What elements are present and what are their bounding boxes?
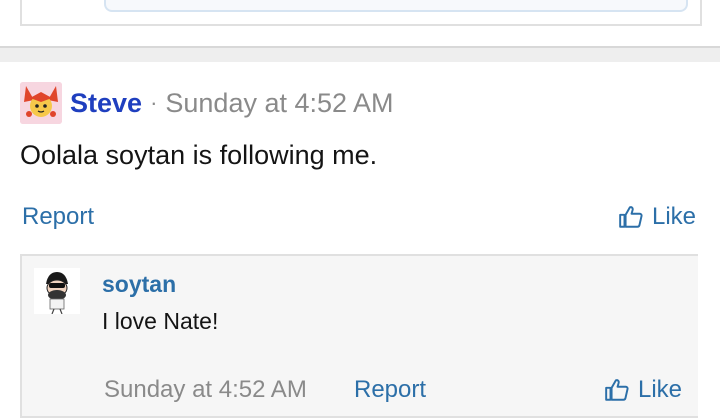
reply-like-button[interactable]: Like [604,376,682,404]
reply-body: I love Nate! [102,308,219,334]
thumbs-up-icon [605,379,629,401]
cartoon-avatar-icon [34,268,80,314]
like-label: Like [652,203,697,230]
reply-avatar[interactable] [34,268,80,314]
post-timestamp[interactable]: Sunday at 4:52 AM [165,88,393,119]
reply-author-link[interactable]: soytan [102,271,176,298]
like-button[interactable]: Like [618,203,696,231]
pokemon-avatar-icon [20,82,62,124]
header-separator: · [150,90,158,115]
avatar[interactable] [20,82,62,124]
previous-post-card [20,0,702,26]
reply-timestamp[interactable]: Sunday at 4:52 AM [104,376,307,404]
post-body: Oolala soytan is following me. [20,140,378,170]
report-button[interactable]: Report [22,203,94,231]
post-header: Steve · Sunday at 4:52 AM [70,84,394,122]
previous-reply-box [104,0,688,12]
post-separator [0,46,720,62]
reply-report-button[interactable]: Report [354,376,426,404]
thumbs-up-icon [619,206,643,228]
post-author-link[interactable]: Steve [70,88,142,119]
reply-like-label: Like [638,376,683,403]
